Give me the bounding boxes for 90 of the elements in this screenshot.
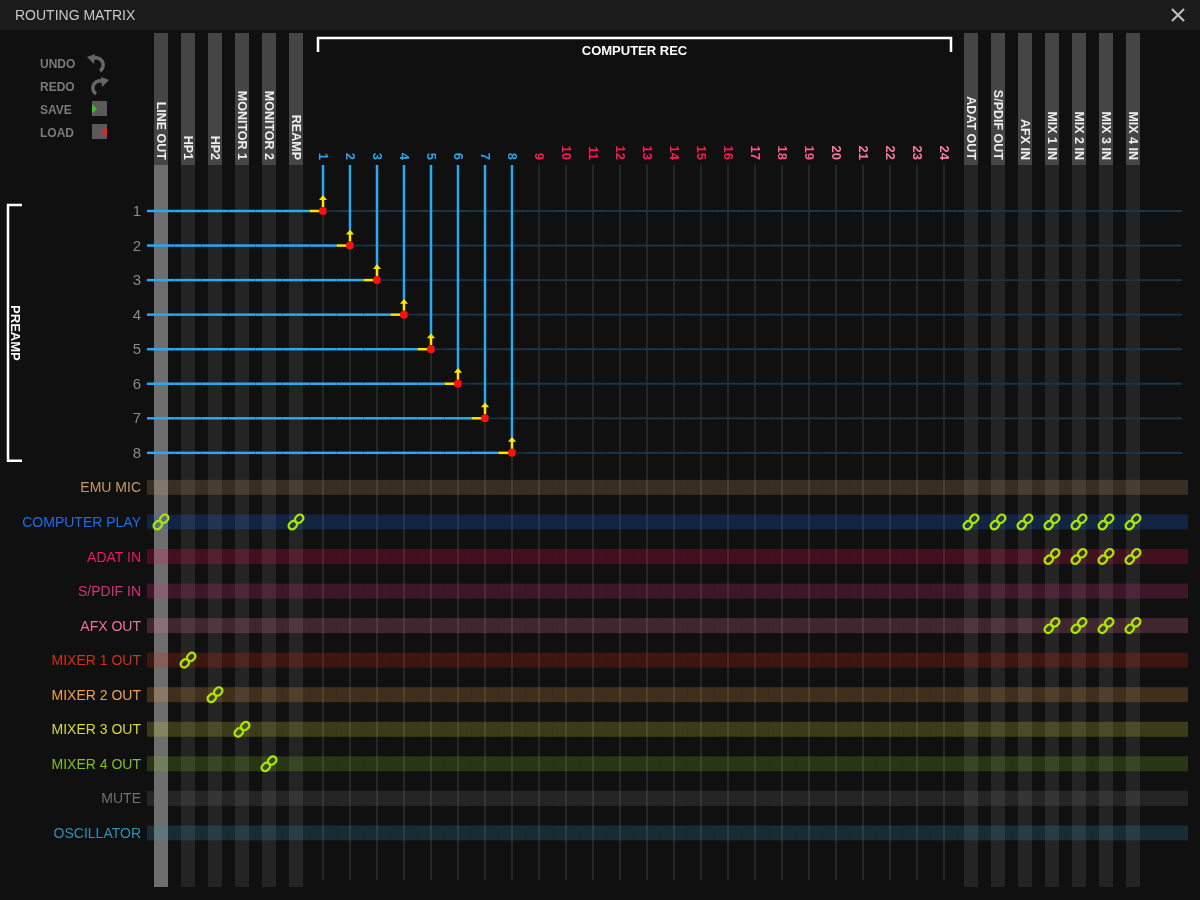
channel-number[interactable]: 5 — [423, 152, 439, 160]
link-icon[interactable] — [1096, 511, 1116, 532]
row-group-label: PREAMP — [7, 305, 23, 361]
channel-number[interactable]: 1 — [315, 152, 331, 160]
column-group-label: COMPUTER REC — [581, 43, 688, 58]
column-label[interactable]: MIX 2 IN — [1072, 111, 1086, 160]
channel-number[interactable]: 15 — [693, 145, 709, 160]
row-number: 3 — [132, 271, 141, 289]
source-label: S/PDIF IN — [78, 583, 141, 600]
column-label[interactable]: REAMP — [289, 114, 303, 160]
channel-number[interactable]: 4 — [396, 152, 412, 160]
column-label[interactable]: LINE OUT — [154, 101, 168, 160]
link-icon[interactable] — [151, 511, 171, 532]
source-label: MIXER 4 OUT — [51, 755, 141, 772]
route-node[interactable] — [336, 229, 365, 250]
route-node[interactable] — [444, 367, 473, 388]
link-icon[interactable] — [1015, 511, 1035, 532]
channel-number[interactable]: 7 — [477, 152, 493, 160]
signal-line — [321, 165, 325, 196]
link-icon[interactable] — [259, 753, 279, 774]
window-title: ROUTING MATRIX — [15, 7, 136, 23]
save-button[interactable]: SAVE — [40, 101, 107, 117]
link-icon[interactable] — [1123, 615, 1143, 636]
link-icon[interactable] — [1042, 511, 1062, 532]
link-icon[interactable] — [961, 511, 981, 532]
channel-number[interactable]: 13 — [639, 145, 655, 160]
channel-number[interactable]: 12 — [612, 145, 628, 160]
link-icon[interactable] — [1096, 615, 1116, 636]
link-icon[interactable] — [232, 719, 252, 740]
channel-number[interactable]: 14 — [666, 145, 682, 160]
column-label[interactable]: ADAT OUT — [964, 96, 978, 160]
row-number: 1 — [132, 202, 141, 219]
channel-number[interactable]: 16 — [720, 145, 736, 160]
channel-number[interactable]: 22 — [882, 145, 898, 160]
redo-button[interactable]: REDO — [40, 77, 109, 96]
load-button[interactable]: LOAD — [40, 124, 107, 140]
row-number: 7 — [132, 409, 141, 427]
link-icon[interactable] — [1042, 615, 1062, 636]
channel-number[interactable]: 11 — [585, 146, 601, 160]
source-label: MIXER 3 OUT — [51, 721, 141, 738]
route-node[interactable] — [498, 436, 527, 457]
column-label[interactable]: MIX 4 IN — [1126, 111, 1140, 160]
column-label[interactable]: S/PDIF OUT — [991, 89, 1005, 160]
close-icon[interactable] — [1170, 7, 1186, 23]
source-label: MIXER 2 OUT — [51, 686, 141, 703]
source-label: OSCILLATOR — [53, 824, 141, 841]
source-label: COMPUTER PLAY — [22, 513, 141, 530]
source-label: EMU MIC — [80, 479, 141, 496]
column-label[interactable]: MONITOR 1 — [235, 90, 249, 160]
row-number: 8 — [132, 443, 141, 461]
channel-number[interactable]: 10 — [558, 145, 574, 160]
link-icon[interactable] — [286, 511, 306, 532]
column-label[interactable]: MIX 3 IN — [1099, 111, 1113, 160]
channel-number[interactable]: 8 — [504, 152, 520, 160]
channel-number[interactable]: 9 — [531, 152, 547, 160]
channel-number[interactable]: 20 — [828, 145, 844, 160]
channel-number[interactable]: 6 — [450, 152, 466, 160]
link-icon[interactable] — [1123, 546, 1143, 567]
link-icon[interactable] — [1069, 615, 1089, 636]
source-label: MUTE — [101, 790, 141, 807]
row-number: 2 — [132, 236, 141, 254]
column-label[interactable]: AFX IN — [1018, 119, 1032, 160]
column-label[interactable]: MONITOR 2 — [262, 90, 276, 160]
link-icon[interactable] — [1123, 511, 1143, 532]
route-node[interactable] — [471, 402, 500, 423]
channel-number[interactable]: 21 — [855, 145, 871, 160]
route-node[interactable] — [309, 195, 338, 215]
channel-number[interactable]: 17 — [747, 145, 763, 160]
channel-number[interactable]: 23 — [909, 145, 925, 160]
channel-number[interactable]: 18 — [774, 145, 790, 160]
channel-number[interactable]: 3 — [369, 152, 385, 160]
row-number: 4 — [132, 305, 141, 323]
source-label: MIXER 1 OUT — [51, 652, 141, 669]
route-node[interactable] — [363, 264, 392, 285]
link-icon[interactable] — [1069, 511, 1089, 532]
channel-number[interactable]: 2 — [342, 152, 358, 160]
link-icon[interactable] — [988, 511, 1008, 532]
undo-button[interactable]: UNDO — [40, 54, 105, 73]
route-node[interactable] — [417, 333, 446, 354]
row-number: 5 — [132, 340, 141, 358]
column-label[interactable]: MIX 1 IN — [1045, 111, 1059, 160]
route-node[interactable] — [390, 298, 419, 319]
link-icon[interactable] — [205, 684, 225, 705]
column-label[interactable]: HP1 — [181, 135, 195, 160]
column-label[interactable]: HP2 — [208, 135, 222, 160]
source-label: ADAT IN — [87, 548, 141, 565]
source-label: AFX OUT — [80, 617, 141, 634]
row-number: 6 — [132, 374, 141, 392]
channel-number[interactable]: 19 — [801, 145, 817, 160]
channel-number[interactable]: 24 — [936, 145, 952, 160]
